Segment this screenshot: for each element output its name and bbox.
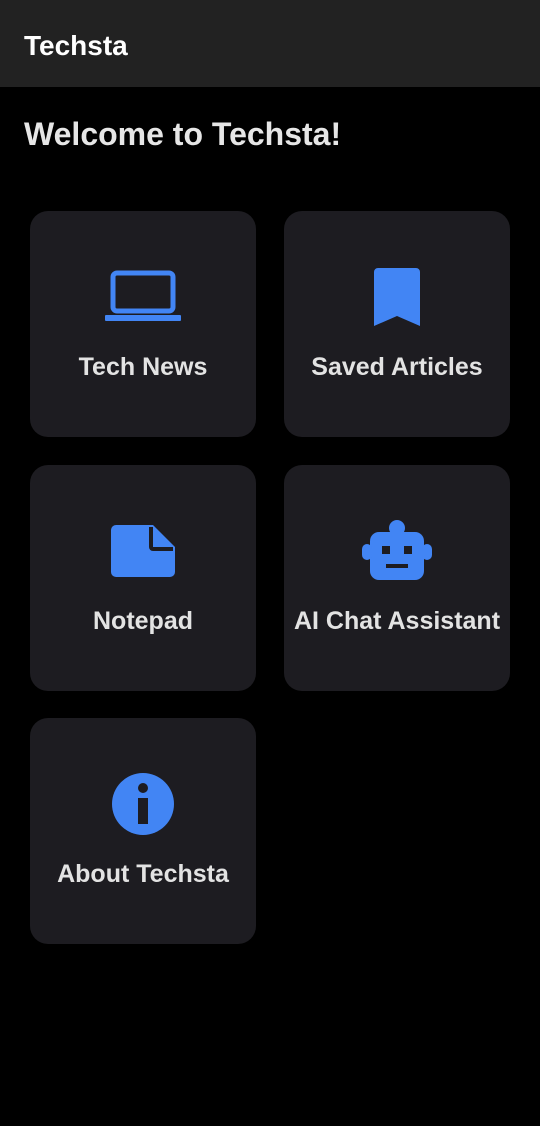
tile-label: Saved Articles [311, 353, 483, 381]
tile-label: About Techsta [57, 860, 229, 888]
welcome-heading: Welcome to Techsta! [24, 116, 342, 152]
about-techsta-tile[interactable]: About Techsta [30, 718, 256, 944]
info-icon [30, 773, 256, 835]
robot-icon [284, 520, 510, 581]
note-icon [30, 521, 256, 581]
ai-chat-assistant-tile[interactable]: AI Chat Assistant [284, 465, 510, 691]
notepad-tile[interactable]: Notepad [30, 465, 256, 691]
tile-label: Notepad [93, 607, 193, 635]
tile-label: Tech News [78, 353, 208, 381]
saved-articles-tile[interactable]: Saved Articles [284, 211, 510, 437]
app-title: Techsta [24, 30, 128, 61]
laptop-icon [30, 267, 256, 327]
app-bar: Techsta [0, 0, 540, 87]
tile-label: AI Chat Assistant [293, 607, 501, 635]
bookmark-icon [284, 267, 510, 327]
tech-news-tile[interactable]: Tech News [30, 211, 256, 437]
